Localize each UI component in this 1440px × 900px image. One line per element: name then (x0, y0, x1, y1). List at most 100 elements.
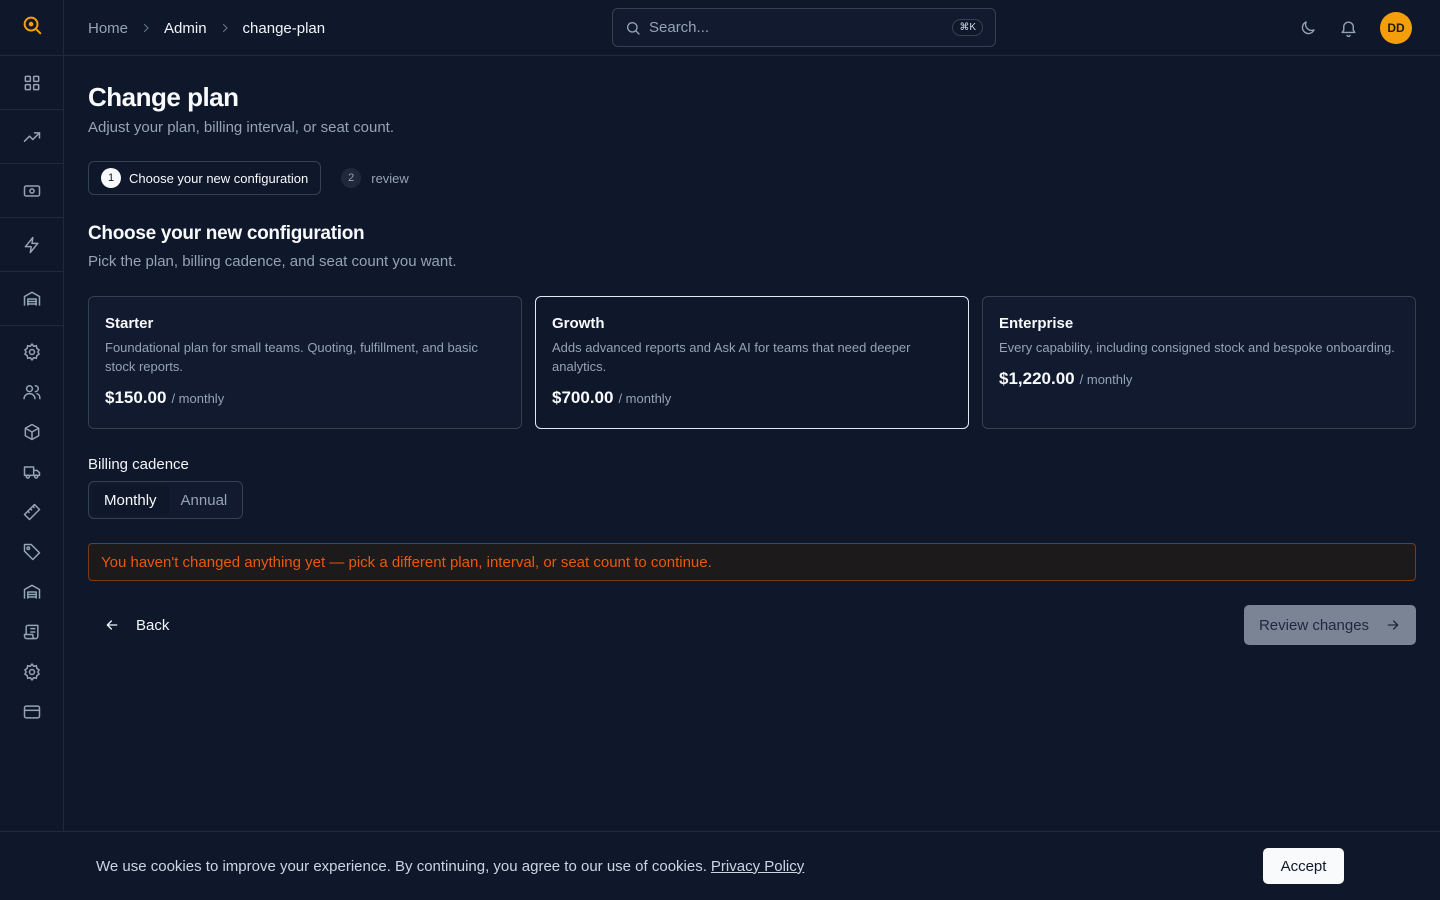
plan-price-row: $1,220.00 / monthly (999, 369, 1399, 389)
cookie-text: We use cookies to improve your experienc… (96, 857, 707, 875)
scroll-icon (22, 622, 42, 642)
avatar[interactable]: DD (1380, 12, 1412, 44)
step-configure[interactable]: 1 Choose your new configuration (88, 161, 322, 195)
sidebar-item-analytics[interactable] (0, 110, 64, 163)
review-button-label: Review changes (1258, 616, 1370, 634)
search-placeholder: Search... (649, 19, 710, 36)
back-button[interactable]: Back (88, 617, 169, 634)
credit-card-icon (22, 702, 42, 722)
page-title: Change plan (88, 82, 239, 112)
breadcrumb: Home Admin change-plan (88, 0, 325, 56)
bell-icon[interactable] (1339, 19, 1358, 38)
tag-icon (22, 542, 42, 562)
warehouse-icon (22, 582, 42, 602)
ruler-icon (22, 502, 42, 522)
sidebar-item-logs[interactable] (0, 612, 64, 652)
sidebar-item-users[interactable] (0, 372, 64, 412)
plan-card-enterprise[interactable]: Enterprise Every capability, including c… (982, 296, 1416, 429)
trending-up-icon (22, 127, 42, 147)
wizard-navigation: Back Review changes (88, 605, 1416, 645)
sidebar-item-pricing[interactable] (0, 532, 64, 572)
banknote-icon (22, 181, 42, 201)
plan-description: Foundational plan for small teams. Quoti… (105, 340, 478, 374)
search-logo-icon (21, 14, 43, 41)
stepper: 1 Choose your new configuration 2 review (88, 161, 1416, 195)
plan-description: Adds advanced reports and Ask AI for tea… (552, 340, 911, 374)
sidebar-item-inventory[interactable] (0, 572, 64, 612)
sidebar-item-billing[interactable] (0, 692, 64, 732)
section-subtitle: Pick the plan, billing cadence, and seat… (88, 253, 457, 270)
main-content: Change plan Adjust your plan, billing in… (88, 56, 1416, 645)
step-review[interactable]: 2 review (341, 168, 409, 188)
sidebar-item-products[interactable] (0, 412, 64, 452)
top-bar: Home Admin change-plan Search... ⌘K DD (64, 0, 1440, 56)
plan-period: / monthly (618, 391, 672, 406)
logo[interactable] (0, 0, 63, 56)
plan-options: Starter Foundational plan for small team… (88, 296, 1416, 429)
arrow-left-icon (104, 617, 120, 633)
plan-price: $700.00 (552, 388, 614, 407)
plan-name: Enterprise (999, 315, 1074, 332)
billing-cadence-toggle: Monthly Annual (88, 481, 244, 519)
plan-price: $150.00 (105, 388, 167, 407)
package-box-icon (22, 422, 42, 442)
arrow-right-icon (1385, 617, 1401, 633)
top-actions: DD (1299, 0, 1412, 56)
sidebar-item-finance[interactable] (0, 164, 64, 217)
cookie-banner: We use cookies to improve your experienc… (0, 831, 1440, 900)
privacy-policy-link[interactable]: Privacy Policy (711, 858, 804, 875)
sidebar-group-main (0, 56, 63, 110)
sidebar-group-billing (0, 164, 63, 218)
sidebar-item-automation[interactable] (0, 218, 64, 271)
sidebar (0, 0, 64, 900)
search-shortcut-badge: ⌘K (952, 19, 983, 36)
sidebar-group-analytics (0, 110, 63, 164)
breadcrumb-admin[interactable]: Admin (164, 20, 207, 37)
sidebar-group-warehouse (0, 272, 63, 326)
chevron-right-icon (140, 22, 152, 34)
review-changes-button[interactable]: Review changes (1244, 605, 1416, 645)
breadcrumb-home[interactable]: Home (88, 20, 128, 37)
gear-icon (22, 342, 42, 362)
warehouse-icon (22, 289, 42, 309)
sidebar-item-warehouse[interactable] (0, 272, 64, 325)
plan-price: $1,220.00 (999, 369, 1075, 388)
sidebar-item-preferences[interactable] (0, 652, 64, 692)
plan-description: Every capability, including consigned st… (999, 340, 1395, 355)
breadcrumb-current: change-plan (242, 19, 326, 37)
sidebar-item-settings[interactable] (0, 332, 64, 372)
cadence-monthly-option[interactable]: Monthly (92, 485, 169, 515)
plan-card-starter[interactable]: Starter Foundational plan for small team… (88, 296, 522, 429)
plan-name: Growth (552, 315, 605, 332)
sidebar-group-automation (0, 218, 63, 272)
users-icon (22, 382, 42, 402)
no-changes-warning: You haven't changed anything yet — pick … (88, 543, 1416, 581)
section-title: Choose your new configuration (88, 223, 365, 244)
plan-price-row: $150.00 / monthly (105, 388, 505, 408)
sidebar-item-measurements[interactable] (0, 492, 64, 532)
step-number: 1 (101, 168, 121, 188)
lightning-bolt-icon (22, 235, 42, 255)
page-subtitle: Adjust your plan, billing interval, or s… (88, 119, 394, 136)
cookie-message: We use cookies to improve your experienc… (96, 858, 804, 875)
search-input[interactable]: Search... ⌘K (612, 8, 996, 47)
step-label: Choose your new configuration (129, 170, 309, 186)
moon-icon[interactable] (1299, 19, 1317, 37)
step-label: review (371, 170, 409, 186)
accept-cookies-button[interactable]: Accept (1263, 848, 1344, 884)
back-button-label: Back (136, 616, 170, 634)
plan-name: Starter (105, 315, 154, 332)
plan-price-row: $700.00 / monthly (552, 388, 952, 408)
truck-icon (22, 462, 42, 482)
chevron-right-icon (219, 22, 231, 34)
sidebar-item-dashboard[interactable] (0, 56, 64, 109)
plan-period: / monthly (1079, 372, 1133, 387)
step-number: 2 (341, 168, 362, 188)
search-icon (625, 20, 641, 36)
plan-period: / monthly (171, 391, 225, 406)
plan-card-growth[interactable]: Growth Adds advanced reports and Ask AI … (535, 296, 969, 429)
gear-icon (22, 662, 42, 682)
sidebar-item-shipping[interactable] (0, 452, 64, 492)
billing-cadence-label: Billing cadence (88, 456, 189, 473)
cadence-annual-option[interactable]: Annual (169, 485, 240, 515)
